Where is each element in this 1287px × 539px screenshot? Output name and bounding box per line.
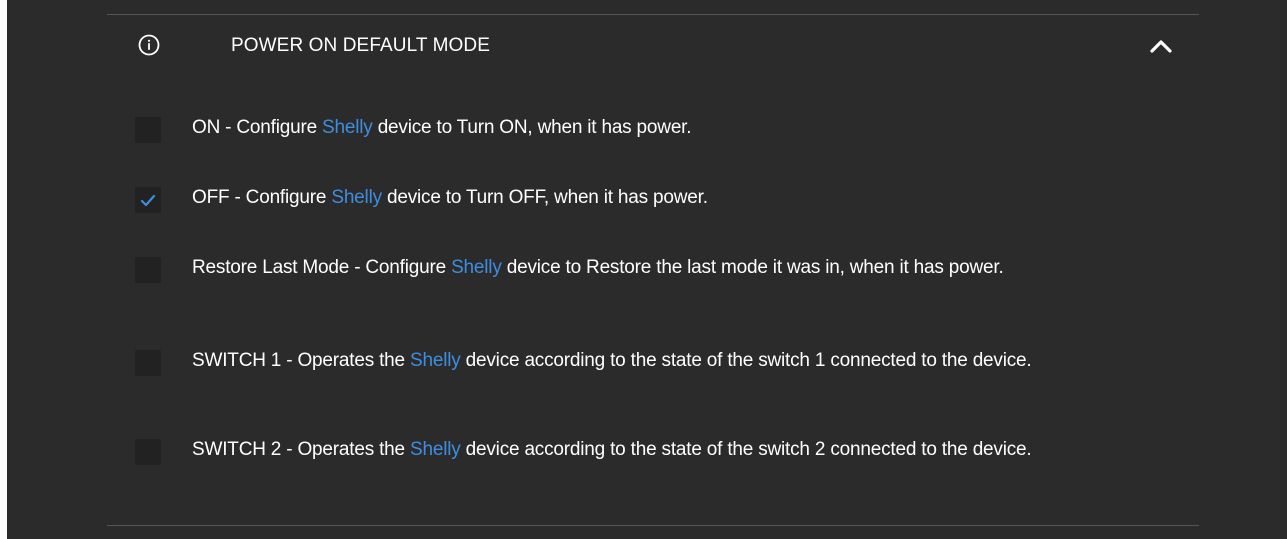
checkbox-off[interactable] [135, 187, 161, 213]
shelly-link[interactable]: Shelly [322, 117, 373, 138]
shelly-link[interactable]: Shelly [410, 350, 461, 371]
top-divider [107, 14, 1199, 15]
shelly-link[interactable]: Shelly [410, 439, 461, 460]
option-prefix: ON - Configure [192, 117, 323, 138]
option-suffix: device according to the state of the swi… [460, 350, 1032, 371]
option-suffix: device to Turn OFF, when it has power. [381, 187, 708, 208]
checkbox-switch-1[interactable] [135, 350, 161, 376]
section-title: POWER ON DEFAULT MODE [231, 35, 490, 56]
option-suffix: device according to the state of the swi… [460, 439, 1032, 460]
option-prefix: Restore Last Mode - Configure [192, 257, 452, 278]
bottom-divider [107, 525, 1199, 526]
checkbox-switch-2[interactable] [135, 439, 161, 465]
section-header[interactable]: POWER ON DEFAULT MODE [7, 24, 1287, 70]
option-prefix: SWITCH 1 - Operates the [192, 350, 410, 371]
option-switch-2-label: SWITCH 2 - Operates the Shelly device ac… [192, 438, 1142, 461]
chevron-up-icon[interactable] [1149, 37, 1173, 55]
option-switch-1-label: SWITCH 1 - Operates the Shelly device ac… [192, 349, 1142, 372]
option-restore-last-mode-label: Restore Last Mode - Configure Shelly dev… [192, 256, 1142, 279]
info-icon[interactable] [138, 34, 160, 56]
option-suffix: device to Restore the last mode it was i… [501, 257, 1004, 278]
option-off-label: OFF - Configure Shelly device to Turn OF… [192, 186, 1142, 209]
shelly-link[interactable]: Shelly [331, 187, 382, 208]
checkbox-on[interactable] [135, 117, 161, 143]
checkbox-restore-last-mode[interactable] [135, 257, 161, 283]
option-on-label: ON - Configure Shelly device to Turn ON,… [192, 116, 1142, 139]
option-prefix: OFF - Configure [192, 187, 332, 208]
shelly-link[interactable]: Shelly [451, 257, 502, 278]
option-prefix: SWITCH 2 - Operates the [192, 439, 410, 460]
option-suffix: device to Turn ON, when it has power. [372, 117, 692, 138]
power-on-default-mode-panel: POWER ON DEFAULT MODE ON - Configure She… [7, 0, 1287, 539]
checkmark-icon [140, 194, 156, 207]
